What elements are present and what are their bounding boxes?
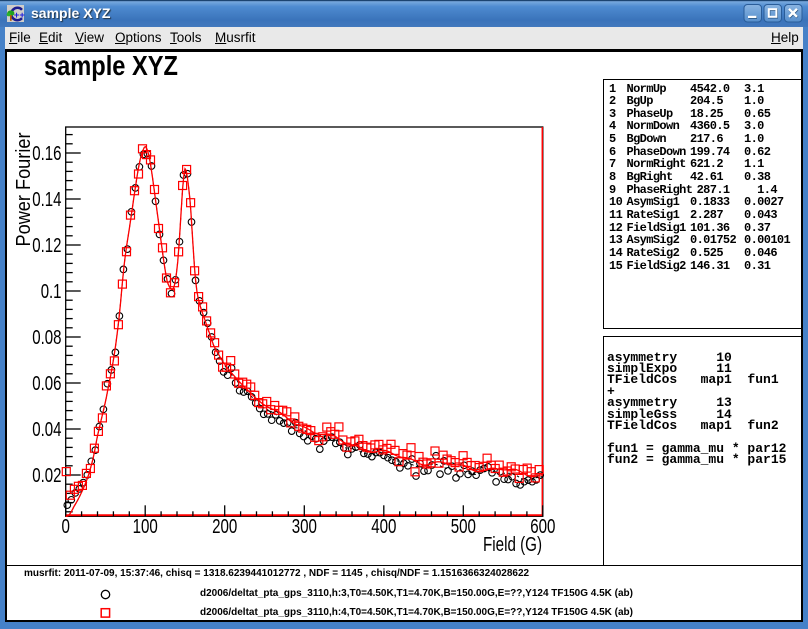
svg-text:300: 300 [292,516,317,538]
svg-text:0.08: 0.08 [32,327,61,349]
svg-text:400: 400 [371,516,396,538]
svg-text:0.16: 0.16 [32,143,61,165]
svg-text:0.06: 0.06 [32,373,61,395]
svg-text:500: 500 [451,516,476,538]
svg-text:0: 0 [62,516,70,538]
svg-text:200: 200 [212,516,237,538]
svg-text:100: 100 [133,516,158,538]
svg-text:Power Fourier: Power Fourier [13,132,35,246]
svg-text:0.02: 0.02 [32,465,61,487]
svg-text:0.14: 0.14 [32,189,61,211]
svg-text:sample XYZ: sample XYZ [44,50,178,81]
svg-text:0.12: 0.12 [32,235,61,257]
svg-text:0.1: 0.1 [41,281,62,303]
svg-text:0.04: 0.04 [32,419,61,441]
svg-text:Field (G): Field (G) [483,534,542,556]
